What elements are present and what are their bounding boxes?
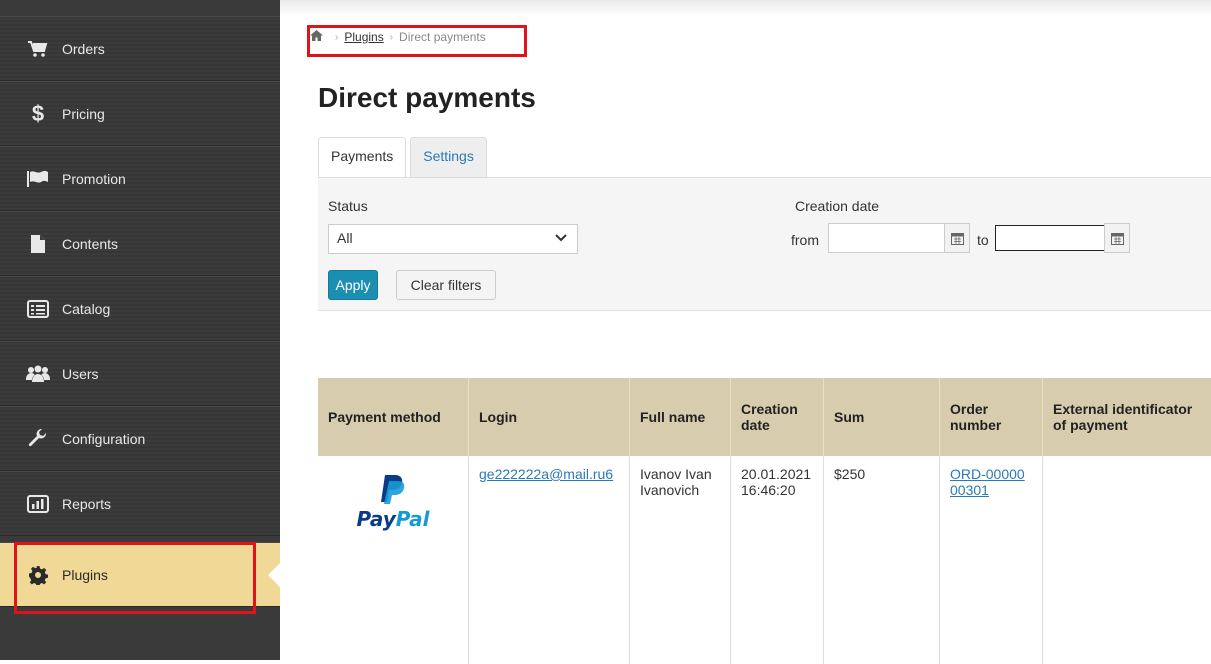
order-number-link[interactable]: ORD-0000000301 <box>950 466 1025 498</box>
sidebar-item-label: Catalog <box>62 301 110 317</box>
sidebar-item-pricing[interactable]: $ Pricing <box>0 81 280 146</box>
sidebar-top-gap <box>0 0 280 16</box>
payments-table: Payment method Login Full name Creation … <box>318 378 1211 664</box>
status-select[interactable]: All <box>328 224 578 254</box>
column-header-payment-method[interactable]: Payment method <box>318 378 469 456</box>
column-header-external-id[interactable]: External identificator of payment <box>1043 378 1211 456</box>
sidebar-item-label: Orders <box>62 41 105 57</box>
users-icon <box>24 363 52 385</box>
highlight-box-breadcrumb <box>307 25 527 57</box>
login-link[interactable]: ge222222a@mail.ru6 <box>479 466 613 482</box>
cart-icon <box>24 38 52 60</box>
page-title: Direct payments <box>318 82 536 114</box>
paypal-p-icon <box>379 473 407 505</box>
creation-date-label: Creation date <box>795 198 879 214</box>
document-icon <box>24 233 52 255</box>
column-header-login[interactable]: Login <box>469 378 630 456</box>
tab-settings[interactable]: Settings <box>410 137 487 178</box>
date-to-input[interactable] <box>995 225 1105 251</box>
sidebar-item-promotion[interactable]: Promotion <box>0 146 280 211</box>
sidebar-item-label: Configuration <box>62 431 145 447</box>
apply-button[interactable]: Apply <box>328 270 378 300</box>
sum-cell: $250 <box>824 456 940 664</box>
payment-method-cell: PayPal <box>318 456 469 664</box>
flag-icon <box>24 168 52 190</box>
clear-filters-button[interactable]: Clear filters <box>396 270 496 300</box>
full-name-cell: Ivanov Ivan Ivanovich <box>630 456 731 664</box>
paypal-wordmark: PayPal <box>356 507 429 531</box>
wrench-icon <box>24 428 52 450</box>
filters-panel: Status All Creation date from to Apply C… <box>318 178 1211 311</box>
table-row: PayPal ge222222a@mail.ru6 Ivanov Ivan Iv… <box>318 456 1211 664</box>
sidebar-item-label: Pricing <box>62 106 105 122</box>
main-content: › Plugins › Direct payments Direct payme… <box>280 0 1211 660</box>
sidebar-item-label: Contents <box>62 236 118 252</box>
tab-payments[interactable]: Payments <box>318 137 406 178</box>
column-header-sum[interactable]: Sum <box>824 378 940 456</box>
external-id-cell <box>1043 456 1211 664</box>
sidebar-item-label: Reports <box>62 496 111 512</box>
sidebar-item-label: Promotion <box>62 171 126 187</box>
status-label: Status <box>328 198 368 214</box>
order-number-cell: ORD-0000000301 <box>940 456 1043 664</box>
sidebar-item-users[interactable]: Users <box>0 341 280 406</box>
sidebar-item-label: Users <box>62 366 99 382</box>
column-header-order-number[interactable]: Order number <box>940 378 1043 456</box>
bar-chart-icon <box>24 493 52 515</box>
tab-bar: Payments Settings <box>318 137 487 178</box>
dollar-icon: $ <box>24 103 52 125</box>
sidebar-item-contents[interactable]: Contents <box>0 211 280 276</box>
top-bar <box>280 0 1211 16</box>
highlight-box-plugins <box>14 542 256 614</box>
creation-date-cell: 20.01.2021 16:46:20 <box>731 456 824 664</box>
status-select-value: All <box>337 230 353 246</box>
date-from-input[interactable] <box>828 223 948 253</box>
login-cell: ge222222a@mail.ru6 <box>469 456 630 664</box>
column-header-full-name[interactable]: Full name <box>630 378 731 456</box>
sidebar-item-catalog[interactable]: Catalog <box>0 276 280 341</box>
chevron-down-icon <box>555 231 567 245</box>
table-header-row: Payment method Login Full name Creation … <box>318 378 1211 456</box>
sidebar-item-configuration[interactable]: Configuration <box>0 406 280 471</box>
sidebar-item-reports[interactable]: Reports <box>0 471 280 536</box>
date-from-label: from <box>791 232 819 248</box>
sidebar-item-orders[interactable]: Orders <box>0 16 280 81</box>
date-to-label: to <box>977 232 989 248</box>
paypal-logo: PayPal <box>328 466 458 538</box>
calendar-icon[interactable] <box>944 223 970 253</box>
calendar-icon[interactable] <box>1104 223 1130 253</box>
list-icon <box>24 298 52 320</box>
column-header-creation-date[interactable]: Creation date <box>731 378 824 456</box>
